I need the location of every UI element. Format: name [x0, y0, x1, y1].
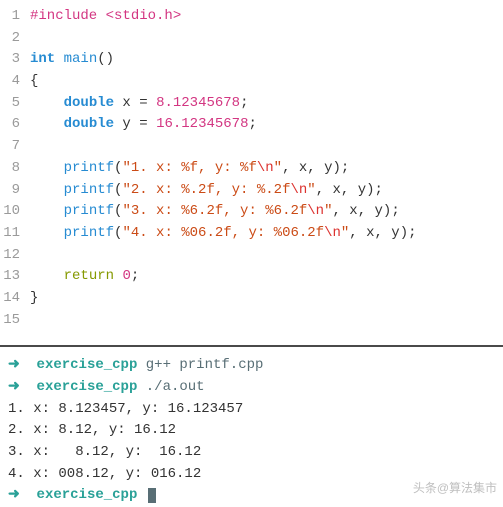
code-line: 3int main() — [0, 49, 503, 71]
code-content: { — [30, 71, 503, 93]
watermark: 头条@算法集市 — [413, 479, 497, 496]
line-number: 2 — [0, 28, 30, 50]
prompt-directory: exercise_cpp — [37, 379, 138, 395]
line-number: 10 — [0, 201, 30, 223]
code-line: 12 — [0, 245, 503, 267]
line-number: 12 — [0, 245, 30, 267]
line-number: 5 — [0, 93, 30, 115]
prompt-command: ./a.out — [137, 379, 204, 395]
line-number: 15 — [0, 310, 30, 332]
code-line: 15 — [0, 310, 503, 332]
terminal-output-line: 2. x: 8.12, y: 16.12 — [8, 420, 503, 442]
code-line: 10 printf("3. x: %6.2f, y: %6.2f\n", x, … — [0, 201, 503, 223]
code-line: 4{ — [0, 71, 503, 93]
prompt-arrow-icon: ➜ — [8, 379, 37, 395]
code-content — [30, 310, 503, 332]
code-line: 1#include <stdio.h> — [0, 6, 503, 28]
code-content: #include <stdio.h> — [30, 6, 503, 28]
prompt-arrow-icon: ➜ — [8, 357, 37, 373]
code-line: 2 — [0, 28, 503, 50]
terminal-output-line: 1. x: 8.123457, y: 16.123457 — [8, 399, 503, 421]
output-text: 1. x: 8.123457, y: 16.123457 — [8, 401, 243, 417]
line-number: 8 — [0, 158, 30, 180]
output-text: 2. x: 8.12, y: 16.12 — [8, 422, 176, 438]
code-content: } — [30, 288, 503, 310]
code-content: printf("4. x: %06.2f, y: %06.2f\n", x, y… — [30, 223, 503, 245]
code-line: 14} — [0, 288, 503, 310]
code-editor: 1#include <stdio.h>23int main()4{5 doubl… — [0, 0, 503, 339]
code-content — [30, 136, 503, 158]
prompt-directory: exercise_cpp — [37, 357, 138, 373]
code-content: printf("3. x: %6.2f, y: %6.2f\n", x, y); — [30, 201, 503, 223]
line-number: 14 — [0, 288, 30, 310]
code-content: double y = 16.12345678; — [30, 114, 503, 136]
code-line: 7 — [0, 136, 503, 158]
code-content: printf("1. x: %f, y: %f\n", x, y); — [30, 158, 503, 180]
code-line: 9 printf("2. x: %.2f, y: %.2f\n", x, y); — [0, 180, 503, 202]
prompt-arrow-icon: ➜ — [8, 487, 37, 503]
code-content — [30, 28, 503, 50]
terminal-prompt-line: ➜ exercise_cpp g++ printf.cpp — [8, 355, 503, 377]
code-line: 13 return 0; — [0, 266, 503, 288]
code-content: int main() — [30, 49, 503, 71]
code-line: 6 double y = 16.12345678; — [0, 114, 503, 136]
terminal-prompt-line: ➜ exercise_cpp ./a.out — [8, 377, 503, 399]
code-line: 8 printf("1. x: %f, y: %f\n", x, y); — [0, 158, 503, 180]
output-text: 3. x: 8.12, y: 16.12 — [8, 444, 201, 460]
line-number: 11 — [0, 223, 30, 245]
code-content: return 0; — [30, 266, 503, 288]
line-number: 6 — [0, 114, 30, 136]
line-number: 9 — [0, 180, 30, 202]
terminal-output-line: 3. x: 8.12, y: 16.12 — [8, 442, 503, 464]
code-content — [30, 245, 503, 267]
line-number: 4 — [0, 71, 30, 93]
line-number: 13 — [0, 266, 30, 288]
prompt-command: g++ printf.cpp — [137, 357, 263, 373]
code-line: 11 printf("4. x: %06.2f, y: %06.2f\n", x… — [0, 223, 503, 245]
prompt-command — [137, 487, 145, 503]
line-number: 1 — [0, 6, 30, 28]
code-line: 5 double x = 8.12345678; — [0, 93, 503, 115]
line-number: 7 — [0, 136, 30, 158]
line-number: 3 — [0, 49, 30, 71]
prompt-directory: exercise_cpp — [37, 487, 138, 503]
output-text: 4. x: 008.12, y: 016.12 — [8, 466, 201, 482]
cursor-icon — [148, 488, 156, 503]
code-content: printf("2. x: %.2f, y: %.2f\n", x, y); — [30, 180, 503, 202]
code-content: double x = 8.12345678; — [30, 93, 503, 115]
